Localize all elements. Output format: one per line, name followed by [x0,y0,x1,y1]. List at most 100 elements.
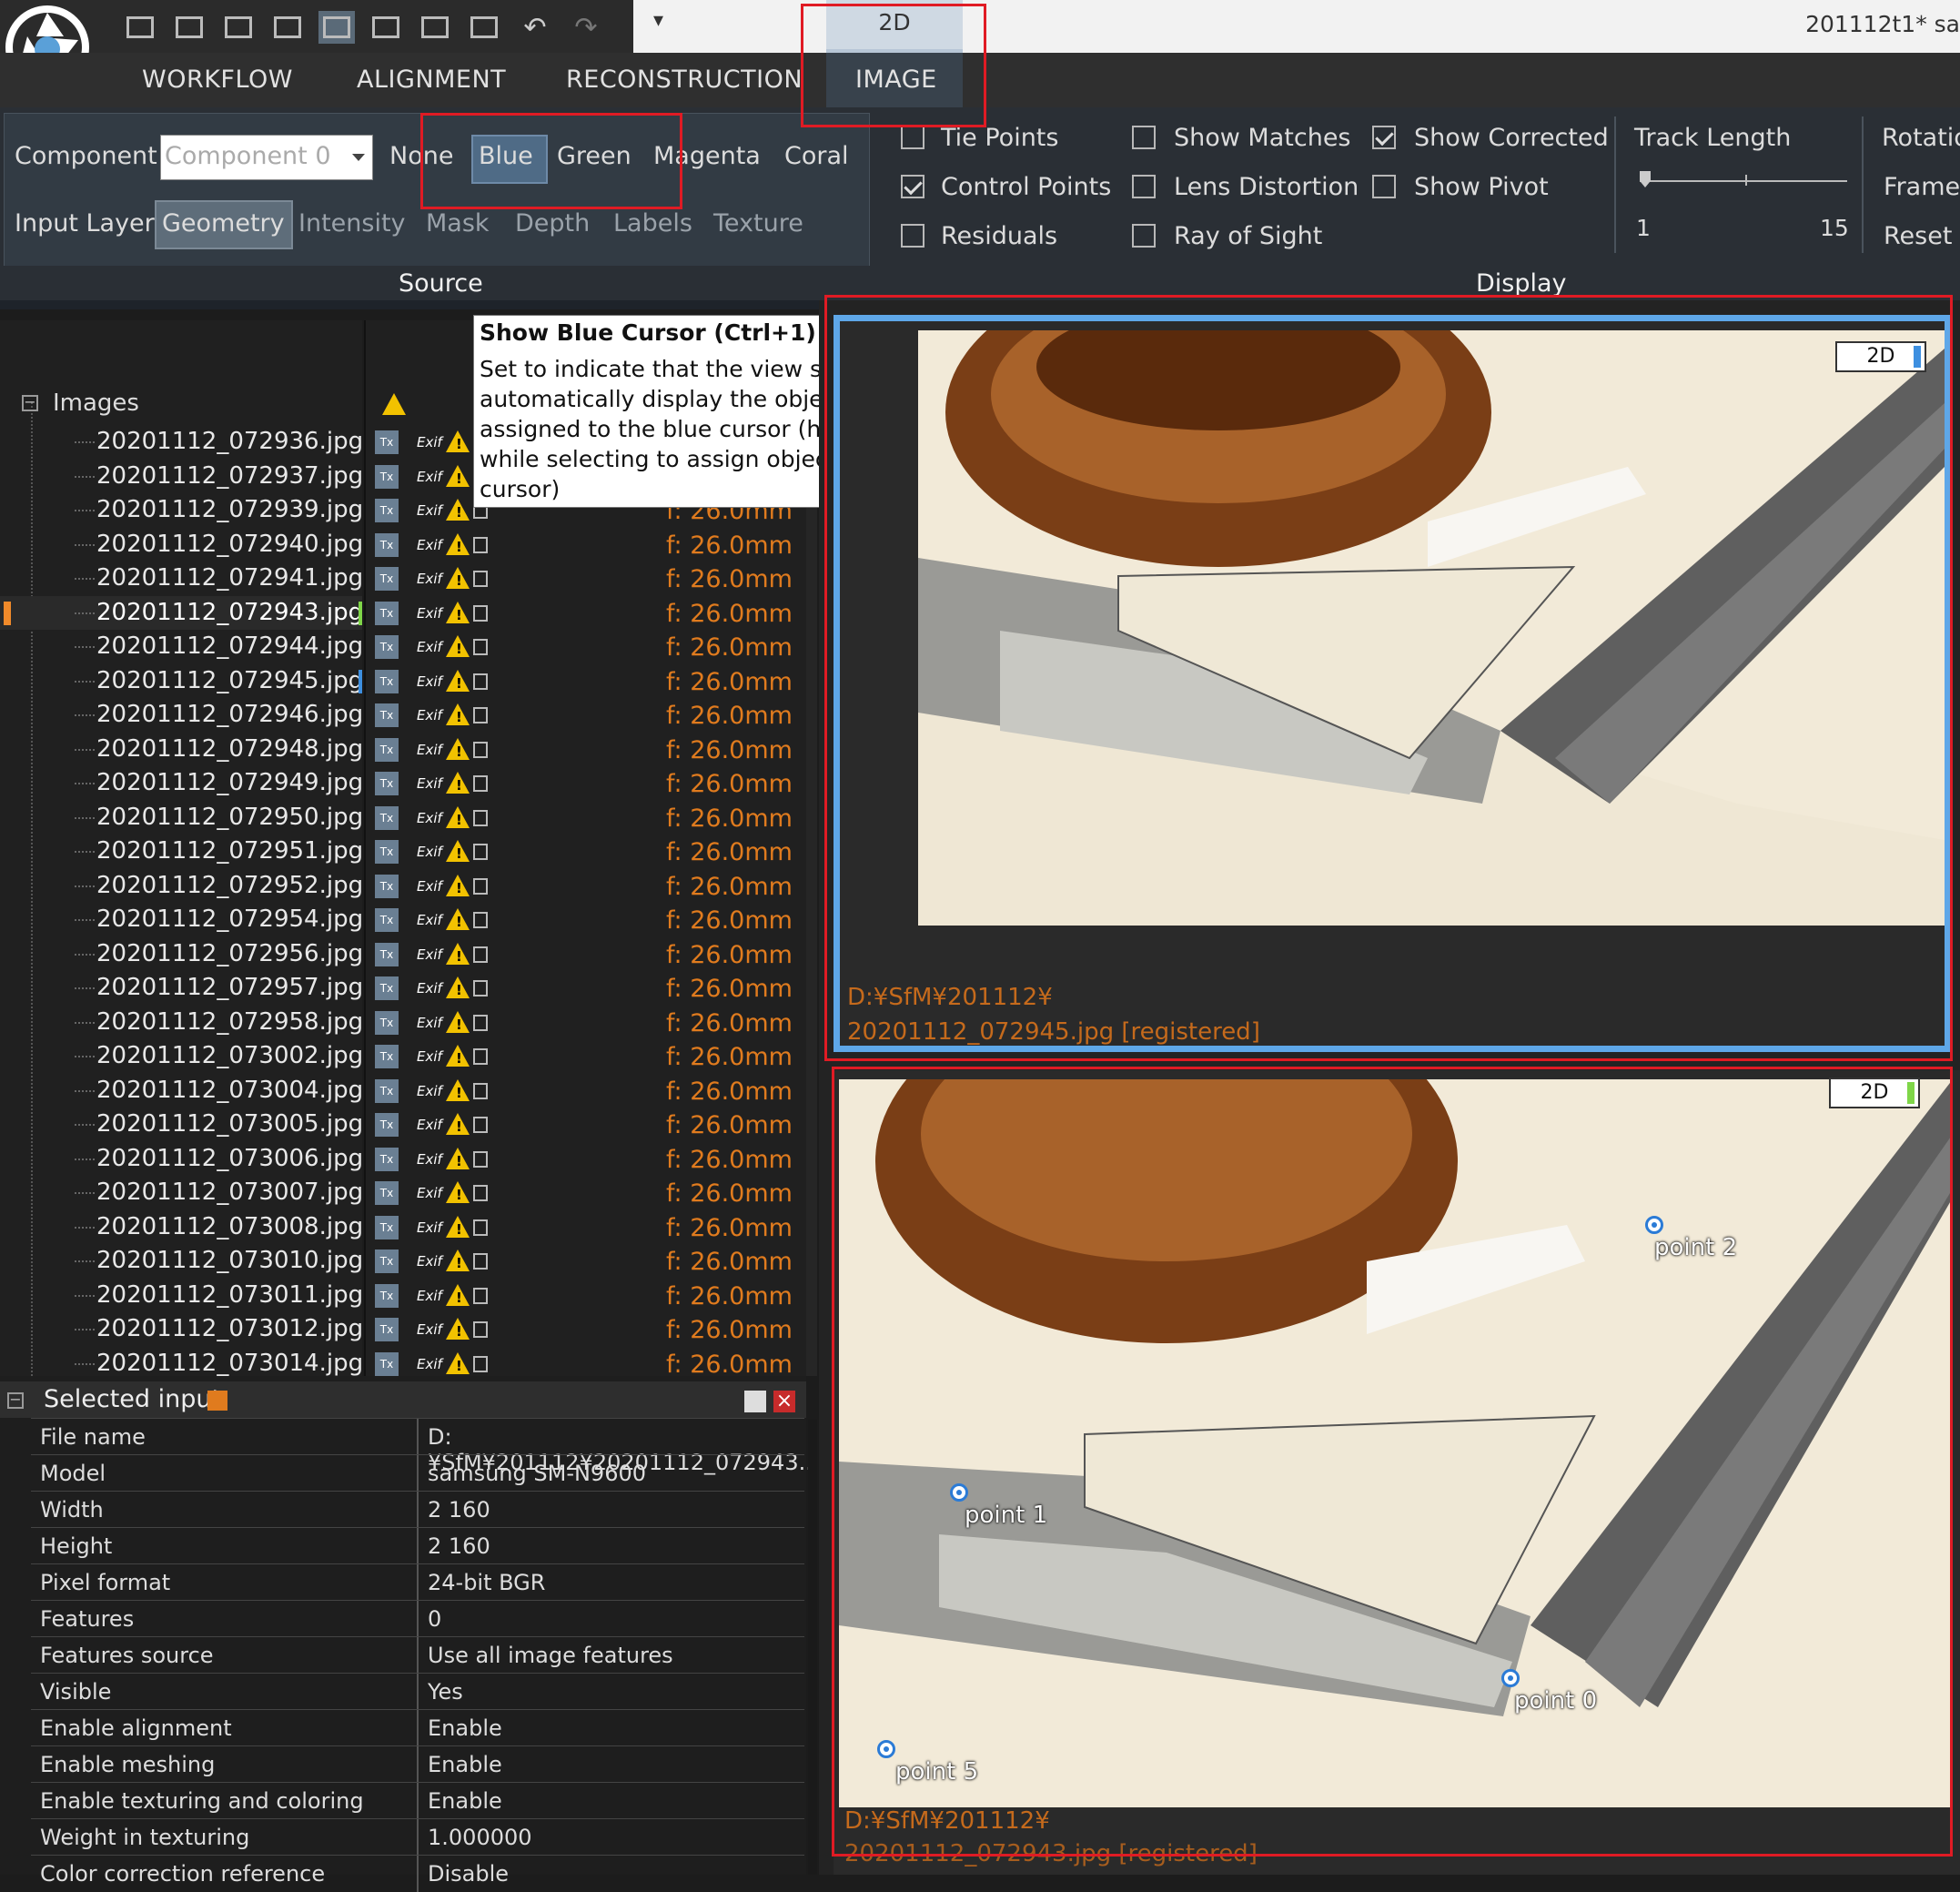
tree-item-image[interactable]: 20201112_072941.jpg [0,562,363,596]
tree-item-image[interactable]: 20201112_072943.jpg [0,595,363,630]
image-detail-row[interactable]: Tx Exif! f: 26.0mm [366,1142,806,1177]
property-row[interactable]: Model samsung SM-N9600 [31,1454,804,1492]
tree-item-image[interactable]: 20201112_072948.jpg [0,733,363,767]
layout-split-icon[interactable] [220,11,257,44]
tree-item-image[interactable]: 20201112_072946.jpg [0,698,363,733]
property-row[interactable]: Pixel format 24-bit BGR [31,1563,804,1601]
property-scrollbar[interactable] [808,1420,817,1875]
menu-alignment[interactable]: ALIGNMENT [357,66,506,94]
image-detail-row[interactable]: Tx Exif! f: 26.0mm [366,971,806,1006]
layer-intensity-button[interactable]: Intensity [298,209,406,238]
layer-labels-button[interactable]: Labels [613,209,692,238]
image-detail-row[interactable]: Tx Exif! f: 26.0mm [366,1006,806,1040]
property-row[interactable]: Enable meshing Enable [31,1745,804,1783]
tree-root-images[interactable]: Images [53,390,139,417]
property-row[interactable]: Visible Yes [31,1673,804,1710]
tie-points-checkbox[interactable] [901,126,924,149]
image-detail-row[interactable]: Tx Exif! f: 26.0mm [366,801,806,835]
layout-quad-icon[interactable] [318,11,355,44]
pin-icon[interactable] [207,1391,227,1411]
image-detail-row[interactable]: Tx Exif! f: 26.0mm [366,1039,806,1074]
layout-wide-icon[interactable] [417,11,453,44]
tree-item-image[interactable]: 20201112_073004.jpg [0,1074,363,1108]
redo-icon[interactable]: ↷ [568,11,604,44]
tree-item-image[interactable]: 20201112_072954.jpg [0,903,363,937]
frame-button[interactable]: Frame [1884,173,1960,201]
property-row[interactable]: Enable alignment Enable [31,1709,804,1746]
layout-single-icon[interactable] [122,11,158,44]
tree-item-image[interactable]: 20201112_073011.jpg [0,1279,363,1313]
layer-depth-button[interactable]: Depth [515,209,590,238]
image-detail-row[interactable]: Tx Exif! f: 26.0mm [366,1312,806,1347]
image-detail-row[interactable]: Tx Exif! f: 26.0mm [366,1279,806,1313]
tree-item-image[interactable]: 20201112_072951.jpg [0,835,363,869]
tree-item-image[interactable]: 20201112_073008.jpg [0,1210,363,1245]
cursor-coral-button[interactable]: Coral [784,142,849,170]
layout-two-col-icon[interactable] [171,11,207,44]
float-panel-icon[interactable] [744,1391,766,1412]
menu-reconstruction[interactable]: RECONSTRUCTION [566,66,803,94]
track-length-slider[interactable] [1640,180,1847,182]
menu-workflow[interactable]: WORKFLOW [142,66,293,94]
quick-access-menu[interactable]: ▾ [653,9,663,32]
image-detail-row[interactable]: Tx Exif! f: 26.0mm [366,937,806,972]
tree-item-image[interactable]: 20201112_072936.jpg [0,425,363,460]
image-detail-row[interactable]: Tx Exif! f: 26.0mm [366,1210,806,1245]
image-detail-row[interactable]: Tx Exif! f: 26.0mm [366,733,806,767]
tree-item-image[interactable]: 20201112_072958.jpg [0,1006,363,1040]
layout-rows-icon[interactable] [269,11,306,44]
tree-item-image[interactable]: 20201112_072952.jpg [0,869,363,904]
property-row[interactable]: Height 2 160 [31,1527,804,1564]
tree-item-image[interactable]: 20201112_072950.jpg [0,801,363,835]
image-detail-row[interactable]: Tx Exif! f: 26.0mm [366,835,806,869]
image-detail-row[interactable]: Tx Exif! f: 26.0mm [366,596,806,631]
tree-item-image[interactable]: 20201112_072937.jpg [0,460,363,494]
property-row[interactable]: File name D:¥SfM¥201112¥20201112_072943..… [31,1418,826,1475]
tree-item-image[interactable]: 20201112_072956.jpg [0,937,363,972]
tree-item-image[interactable]: 20201112_072945.jpg [0,664,363,699]
show-pivot-checkbox[interactable] [1372,175,1396,198]
property-row[interactable]: Features 0 [31,1600,804,1637]
image-detail-row[interactable]: Tx Exif! f: 26.0mm [366,1108,806,1142]
image-detail-row[interactable]: Tx Exif! f: 26.0mm [366,1074,806,1108]
tree-item-image[interactable]: 20201112_073002.jpg [0,1039,363,1074]
undo-icon[interactable]: ↶ [517,11,553,44]
ray-of-sight-checkbox[interactable] [1132,224,1156,248]
tree-item-image[interactable]: 20201112_073005.jpg [0,1108,363,1142]
tree-item-image[interactable]: 20201112_072940.jpg [0,528,363,562]
image-detail-row[interactable]: Tx Exif! f: 26.0mm [366,528,806,562]
control-points-checkbox[interactable] [901,175,924,198]
lens-distortion-checkbox[interactable] [1132,175,1156,198]
property-row[interactable]: Enable texturing and coloring Enable [31,1782,804,1819]
image-detail-row[interactable]: Tx Exif! f: 26.0mm [366,698,806,733]
close-icon[interactable]: × [773,1391,795,1412]
tree-item-image[interactable]: 20201112_073012.jpg [0,1312,363,1347]
collapse-icon[interactable]: − [22,395,38,411]
image-detail-row[interactable]: Tx Exif! f: 26.0mm [366,869,806,904]
reset-view-button[interactable]: Reset V [1884,222,1960,250]
component-select[interactable]: Component 0 [160,135,373,180]
tree-item-image[interactable]: 20201112_072939.jpg [0,493,363,528]
property-row[interactable]: Features source Use all image features [31,1636,804,1674]
residuals-checkbox[interactable] [901,224,924,248]
image-detail-row[interactable]: Tx Exif! f: 26.0mm [366,903,806,937]
image-detail-row[interactable]: Tx Exif! f: 26.0mm [366,562,806,596]
rotation-button[interactable]: Rotatio [1882,124,1960,152]
tree-item-image[interactable]: 20201112_072944.jpg [0,630,363,664]
layer-mask-button[interactable]: Mask [426,209,490,238]
property-row[interactable]: Width 2 160 [31,1491,804,1528]
image-detail-row[interactable]: Tx Exif! f: 26.0mm [366,1244,806,1279]
image-detail-row[interactable]: Tx Exif! f: 26.0mm [366,664,806,699]
tree-item-image[interactable]: 20201112_072957.jpg [0,971,363,1006]
property-row[interactable]: Color correction reference Disable [31,1855,804,1892]
image-detail-row[interactable]: Tx Exif! f: 26.0mm [366,1176,806,1210]
tree-item-image[interactable]: 20201112_073006.jpg [0,1142,363,1177]
property-row[interactable]: Weight in texturing 1.000000 [31,1818,804,1856]
show-corrected-checkbox[interactable] [1372,126,1396,149]
layer-texture-button[interactable]: Texture [713,209,803,238]
tree-item-image[interactable]: 20201112_073007.jpg [0,1176,363,1210]
layer-geometry-button[interactable]: Geometry [162,209,285,238]
image-detail-row[interactable]: Tx Exif! f: 26.0mm [366,630,806,664]
layout-grid-icon[interactable] [368,11,404,44]
collapse-icon[interactable]: − [7,1392,24,1409]
